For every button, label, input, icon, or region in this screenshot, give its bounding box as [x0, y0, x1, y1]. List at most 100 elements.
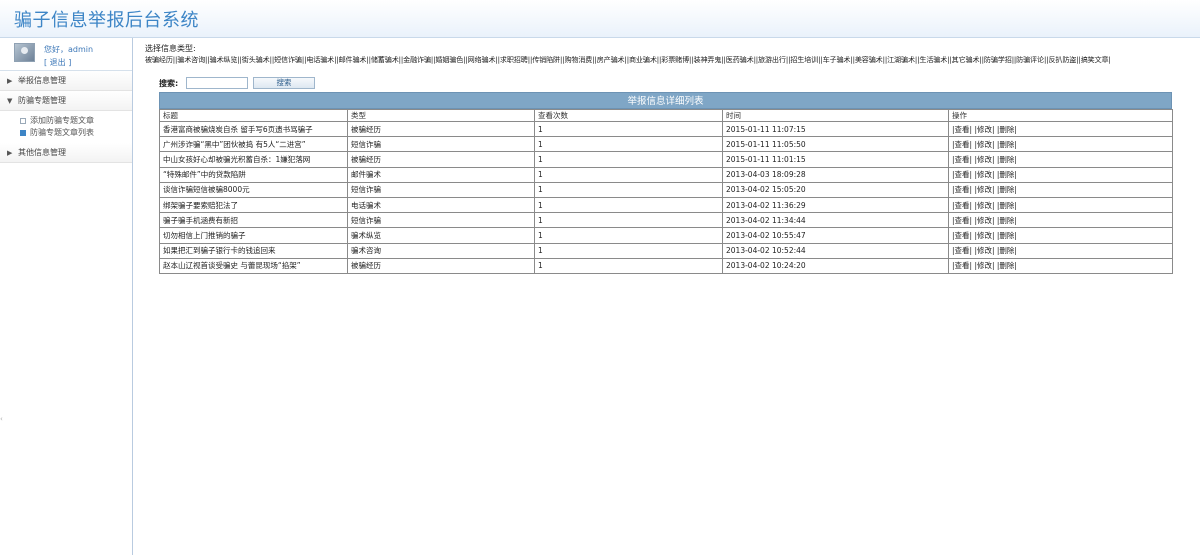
search-input[interactable]: [186, 77, 248, 89]
category-link[interactable]: 江湖骗术: [887, 55, 915, 64]
edit-link[interactable]: |修改|: [974, 216, 994, 225]
category-link[interactable]: 短信诈骗: [274, 55, 302, 64]
category-link[interactable]: 美容骗术: [855, 55, 883, 64]
row-type: 骗术咨询: [347, 242, 535, 259]
view-link[interactable]: |查看|: [952, 201, 972, 210]
sidebar-section[interactable]: ▶ 其他信息管理: [0, 143, 132, 163]
category-link[interactable]: 防骗评论: [1016, 55, 1044, 64]
category-link[interactable]: 被骗经历: [145, 55, 173, 64]
category-link[interactable]: 旅游出行: [758, 55, 786, 64]
view-link[interactable]: |查看|: [952, 125, 972, 134]
edit-link[interactable]: |修改|: [974, 261, 994, 270]
category-link[interactable]: 骗术纵览: [210, 55, 238, 64]
edit-link[interactable]: |修改|: [974, 201, 994, 210]
page-icon: [20, 130, 26, 136]
delete-link[interactable]: |删除|: [997, 155, 1017, 164]
category-link[interactable]: 房产骗术: [597, 55, 625, 64]
edit-link[interactable]: |修改|: [974, 231, 994, 240]
category-separator: |: [1108, 55, 1111, 64]
category-link[interactable]: 彩票赌博: [661, 55, 689, 64]
row-title[interactable]: 骗子骗手机涵费有新招: [159, 212, 348, 229]
row-time: 2013-04-02 10:24:20: [722, 257, 949, 274]
row-views: 1: [534, 212, 723, 229]
category-link[interactable]: 求职招聘: [500, 55, 528, 64]
delete-link[interactable]: |删除|: [997, 231, 1017, 240]
row-views: 1: [534, 227, 723, 244]
category-link[interactable]: 网络骗术: [468, 55, 496, 64]
view-link[interactable]: |查看|: [952, 231, 972, 240]
delete-link[interactable]: |删除|: [997, 246, 1017, 255]
row-actions: |查看| |修改| |删除|: [948, 120, 1173, 138]
search-button[interactable]: 搜索: [253, 77, 315, 89]
category-link[interactable]: 储蓄骗术: [371, 55, 399, 64]
category-link[interactable]: 车子骗术: [823, 55, 851, 64]
category-link[interactable]: 金融诈骗: [403, 55, 431, 64]
delete-link[interactable]: |删除|: [997, 140, 1017, 149]
category-link[interactable]: 商业骗术: [629, 55, 657, 64]
row-title[interactable]: 切勿相信上门推销的骗子: [159, 227, 348, 244]
edit-link[interactable]: |修改|: [974, 170, 994, 179]
sidebar-item[interactable]: 防骗专题文章列表: [0, 127, 132, 139]
category-link[interactable]: 医药骗术: [726, 55, 754, 64]
view-link[interactable]: |查看|: [952, 261, 972, 270]
edit-link[interactable]: |修改|: [974, 125, 994, 134]
view-link[interactable]: |查看|: [952, 246, 972, 255]
view-link[interactable]: |查看|: [952, 216, 972, 225]
edit-link[interactable]: |修改|: [974, 185, 994, 194]
row-actions: |查看| |修改| |删除|: [948, 212, 1173, 229]
table-header-row: 标题 类型 查看次数 时间 操作: [159, 109, 1173, 122]
category-link[interactable]: 其它骗术: [952, 55, 980, 64]
category-link[interactable]: 电话骗术: [306, 55, 334, 64]
view-link[interactable]: |查看|: [952, 185, 972, 194]
category-link[interactable]: 装神弄鬼: [694, 55, 722, 64]
row-title[interactable]: 广州涉诈骗“黑中”团伙被捣 有5人“二进宫”: [159, 136, 348, 153]
delete-link[interactable]: |删除|: [997, 261, 1017, 270]
view-link[interactable]: |查看|: [952, 155, 972, 164]
category-link[interactable]: 骗术咨询: [177, 55, 205, 64]
category-link[interactable]: 生活骗术: [919, 55, 947, 64]
edit-link[interactable]: |修改|: [974, 155, 994, 164]
sidebar-item[interactable]: 添加防骗专题文章: [0, 115, 132, 127]
sidebar-section[interactable]: ▶ 举报信息管理: [0, 71, 132, 91]
sidebar-section-label: 防骗专题管理: [18, 96, 66, 105]
table-row: 广州涉诈骗“黑中”团伙被捣 有5人“二进宫” 短信诈骗 1 2015-01-11 11…: [159, 136, 1173, 153]
row-time: 2015-01-11 11:01:15: [722, 151, 949, 168]
row-time: 2015-01-11 11:05:50: [722, 136, 949, 153]
delete-link[interactable]: |删除|: [997, 185, 1017, 194]
delete-link[interactable]: |删除|: [997, 125, 1017, 134]
user-panel: 您好，admin [ 退出 ]: [0, 38, 132, 71]
edit-link[interactable]: |修改|: [974, 246, 994, 255]
row-title[interactable]: 中山女孩好心却被骗光积蓄自杀：1嫌犯落网: [159, 151, 348, 168]
category-link[interactable]: 传销陷阱: [532, 55, 560, 64]
category-link[interactable]: 邮件骗术: [339, 55, 367, 64]
header-views: 查看次数: [534, 109, 723, 122]
category-link[interactable]: 街头骗术: [242, 55, 270, 64]
category-link[interactable]: 反扒防盗: [1048, 55, 1076, 64]
edit-link[interactable]: |修改|: [974, 140, 994, 149]
view-link[interactable]: |查看|: [952, 170, 972, 179]
category-link[interactable]: 购物消费: [564, 55, 592, 64]
table-row: 如果把汇到骗子银行卡的钱追回来 骗术咨询 1 2013-04-02 10:52:44 |…: [159, 242, 1173, 259]
table-row: 谈信诈骗短信被骗8000元 短信诈骗 1 2013-04-02 15:05:20 |查看…: [159, 181, 1173, 198]
view-link[interactable]: |查看|: [952, 140, 972, 149]
row-title[interactable]: 绑架骗子要索赔犯法了: [159, 196, 348, 214]
logout-link[interactable]: [ 退出 ]: [44, 57, 71, 68]
delete-link[interactable]: |删除|: [997, 170, 1017, 179]
category-link[interactable]: 婚姻骗色: [435, 55, 463, 64]
row-title[interactable]: 如果把汇到骗子银行卡的钱追回来: [159, 242, 348, 259]
category-link[interactable]: 防骗学招: [984, 55, 1012, 64]
sidebar-section[interactable]: ▼ 防骗专题管理: [0, 91, 132, 111]
category-link[interactable]: 招生培训: [790, 55, 818, 64]
row-title[interactable]: “特殊邮件”中的贷款陷阱: [159, 166, 348, 183]
delete-link[interactable]: |删除|: [997, 201, 1017, 210]
row-title[interactable]: 谈信诈骗短信被骗8000元: [159, 181, 348, 198]
header-title: 标题: [159, 109, 348, 122]
row-actions: |查看| |修改| |删除|: [948, 136, 1173, 153]
category-links: 被骗经历||骗术咨询||骗术纵览||街头骗术||短信诈骗||电话骗术||邮件骗术…: [145, 54, 1167, 65]
delete-link[interactable]: |删除|: [997, 216, 1017, 225]
collapse-handle-icon[interactable]: ‹: [0, 415, 5, 427]
row-actions: |查看| |修改| |删除|: [948, 227, 1173, 244]
row-title[interactable]: 赵本山辽视首谈受骗史 与蕾昆现场“掐架”: [159, 257, 348, 274]
category-link[interactable]: 搞笑文章: [1081, 55, 1109, 64]
row-title[interactable]: 香港富商被骗烧炭自杀 留手写6页遗书骂骗子: [159, 120, 348, 138]
